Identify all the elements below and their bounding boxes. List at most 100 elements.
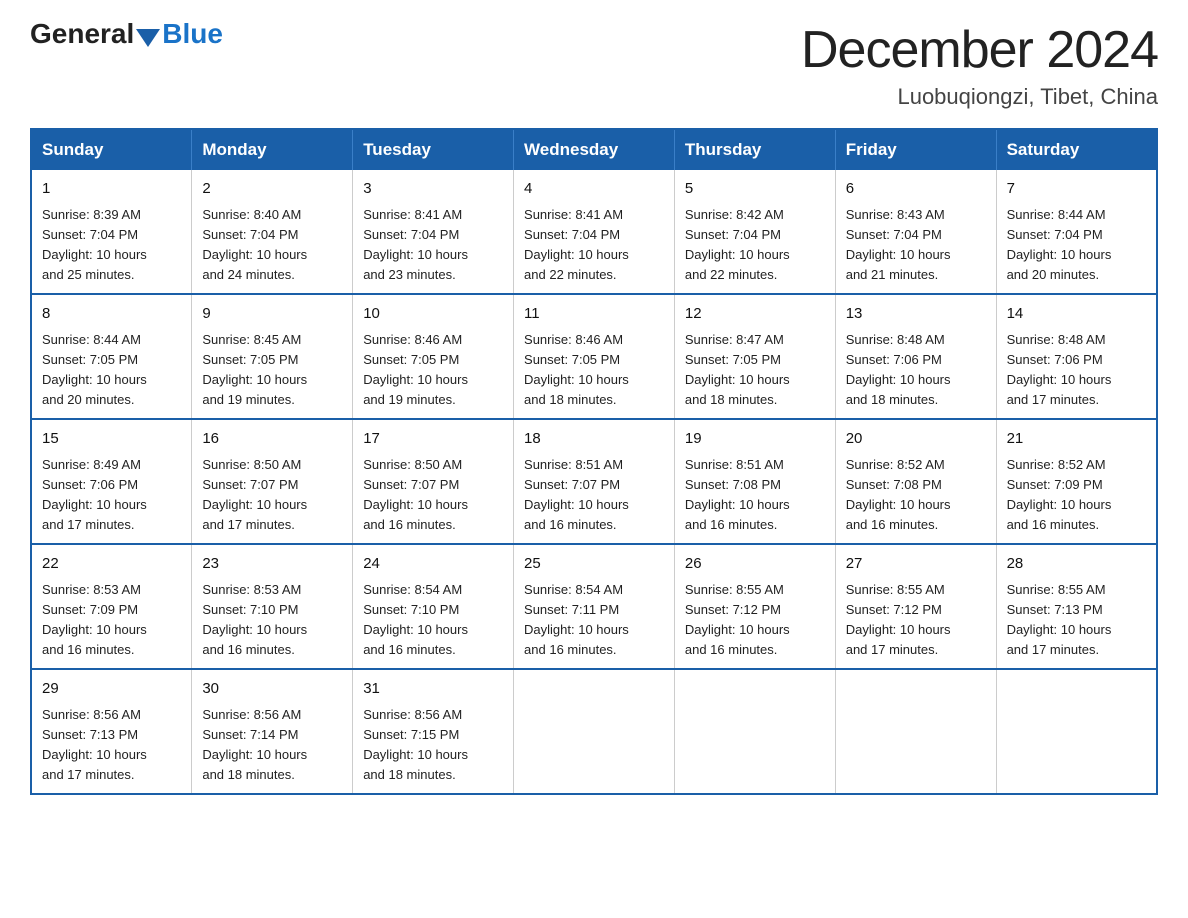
calendar-cell: 25 Sunrise: 8:54 AMSunset: 7:11 PMDayligh… xyxy=(514,544,675,669)
day-number: 15 xyxy=(42,428,181,451)
calendar-cell: 27Sunrise: 8:55 AMSunset: 7:12 PMDayligh… xyxy=(835,544,996,669)
day-info: Sunrise: 8:46 AMSunset: 7:05 PMDaylight:… xyxy=(524,330,664,411)
day-number: 26 xyxy=(685,553,825,576)
day-info: Sunrise: 8:51 AMSunset: 7:08 PMDaylight:… xyxy=(685,455,825,536)
calendar-cell: 22 Sunrise: 8:53 AMSunset: 7:09 PMDayligh… xyxy=(31,544,192,669)
month-year-title: December 2024 xyxy=(801,20,1158,80)
day-header-friday: Friday xyxy=(835,129,996,170)
calendar-cell xyxy=(996,669,1157,794)
calendar-cell: 6 Sunrise: 8:43 AMSunset: 7:04 PMDaylight… xyxy=(835,170,996,294)
calendar-cell: 15 Sunrise: 8:49 AMSunset: 7:06 PMDayligh… xyxy=(31,419,192,544)
day-number: 1 xyxy=(42,178,181,201)
calendar-table: SundayMondayTuesdayWednesdayThursdayFrid… xyxy=(30,128,1158,795)
day-info: Sunrise: 8:44 AMSunset: 7:05 PMDaylight:… xyxy=(42,330,181,411)
day-info: Sunrise: 8:53 AMSunset: 7:10 PMDaylight:… xyxy=(202,580,342,661)
day-number: 22 xyxy=(42,553,181,576)
calendar-cell: 16 Sunrise: 8:50 AMSunset: 7:07 PMDayligh… xyxy=(192,419,353,544)
logo-arrow-icon xyxy=(136,29,160,47)
calendar-cell: 21 Sunrise: 8:52 AMSunset: 7:09 PMDayligh… xyxy=(996,419,1157,544)
calendar-cell: 8 Sunrise: 8:44 AMSunset: 7:05 PMDaylight… xyxy=(31,294,192,419)
day-info: Sunrise: 8:41 AMSunset: 7:04 PMDaylight:… xyxy=(524,205,664,286)
day-info: Sunrise: 8:47 AMSunset: 7:05 PMDaylight:… xyxy=(685,330,825,411)
day-info: Sunrise: 8:42 AMSunset: 7:04 PMDaylight:… xyxy=(685,205,825,286)
day-number: 2 xyxy=(202,178,342,201)
day-header-sunday: Sunday xyxy=(31,129,192,170)
calendar-cell: 10Sunrise: 8:46 AMSunset: 7:05 PMDayligh… xyxy=(353,294,514,419)
day-number: 7 xyxy=(1007,178,1146,201)
calendar-cell: 9Sunrise: 8:45 AMSunset: 7:05 PMDaylight… xyxy=(192,294,353,419)
calendar-cell: 13Sunrise: 8:48 AMSunset: 7:06 PMDayligh… xyxy=(835,294,996,419)
day-number: 10 xyxy=(363,303,503,326)
day-info: Sunrise: 8:54 AMSunset: 7:11 PMDaylight:… xyxy=(524,580,664,661)
day-number: 14 xyxy=(1007,303,1146,326)
calendar-cell xyxy=(835,669,996,794)
day-header-tuesday: Tuesday xyxy=(353,129,514,170)
logo-general-text: General xyxy=(30,20,134,48)
calendar-cell: 3Sunrise: 8:41 AMSunset: 7:04 PMDaylight… xyxy=(353,170,514,294)
day-info: Sunrise: 8:48 AMSunset: 7:06 PMDaylight:… xyxy=(846,330,986,411)
day-info: Sunrise: 8:51 AMSunset: 7:07 PMDaylight:… xyxy=(524,455,664,536)
day-number: 31 xyxy=(363,678,503,701)
calendar-cell: 14Sunrise: 8:48 AMSunset: 7:06 PMDayligh… xyxy=(996,294,1157,419)
calendar-cell: 19 Sunrise: 8:51 AMSunset: 7:08 PMDayligh… xyxy=(674,419,835,544)
calendar-week-4: 22 Sunrise: 8:53 AMSunset: 7:09 PMDayligh… xyxy=(31,544,1157,669)
day-number: 21 xyxy=(1007,428,1146,451)
calendar-week-2: 8 Sunrise: 8:44 AMSunset: 7:05 PMDaylight… xyxy=(31,294,1157,419)
calendar-cell: 28 Sunrise: 8:55 AMSunset: 7:13 PMDayligh… xyxy=(996,544,1157,669)
calendar-week-3: 15 Sunrise: 8:49 AMSunset: 7:06 PMDayligh… xyxy=(31,419,1157,544)
day-number: 25 xyxy=(524,553,664,576)
day-number: 18 xyxy=(524,428,664,451)
day-number: 23 xyxy=(202,553,342,576)
calendar-cell: 29 Sunrise: 8:56 AMSunset: 7:13 PMDayligh… xyxy=(31,669,192,794)
day-number: 8 xyxy=(42,303,181,326)
day-info: Sunrise: 8:50 AMSunset: 7:07 PMDaylight:… xyxy=(202,455,342,536)
day-info: Sunrise: 8:55 AMSunset: 7:12 PMDaylight:… xyxy=(685,580,825,661)
day-info: Sunrise: 8:55 AMSunset: 7:12 PMDaylight:… xyxy=(846,580,986,661)
calendar-cell: 18 Sunrise: 8:51 AMSunset: 7:07 PMDayligh… xyxy=(514,419,675,544)
day-info: Sunrise: 8:41 AMSunset: 7:04 PMDaylight:… xyxy=(363,205,503,286)
calendar-cell: 20 Sunrise: 8:52 AMSunset: 7:08 PMDayligh… xyxy=(835,419,996,544)
calendar-cell: 17Sunrise: 8:50 AMSunset: 7:07 PMDayligh… xyxy=(353,419,514,544)
day-header-wednesday: Wednesday xyxy=(514,129,675,170)
logo-blue-text: Blue xyxy=(162,20,223,48)
day-number: 28 xyxy=(1007,553,1146,576)
day-number: 5 xyxy=(685,178,825,201)
day-header-saturday: Saturday xyxy=(996,129,1157,170)
calendar-body: 1 Sunrise: 8:39 AMSunset: 7:04 PMDaylight… xyxy=(31,170,1157,794)
day-number: 24 xyxy=(363,553,503,576)
day-info: Sunrise: 8:56 AMSunset: 7:15 PMDaylight:… xyxy=(363,705,503,786)
day-info: Sunrise: 8:45 AMSunset: 7:05 PMDaylight:… xyxy=(202,330,342,411)
calendar-cell: 11Sunrise: 8:46 AMSunset: 7:05 PMDayligh… xyxy=(514,294,675,419)
day-number: 30 xyxy=(202,678,342,701)
calendar-cell: 31 Sunrise: 8:56 AMSunset: 7:15 PMDayligh… xyxy=(353,669,514,794)
day-info: Sunrise: 8:43 AMSunset: 7:04 PMDaylight:… xyxy=(846,205,986,286)
day-info: Sunrise: 8:52 AMSunset: 7:09 PMDaylight:… xyxy=(1007,455,1146,536)
day-number: 29 xyxy=(42,678,181,701)
calendar-week-1: 1 Sunrise: 8:39 AMSunset: 7:04 PMDaylight… xyxy=(31,170,1157,294)
day-number: 16 xyxy=(202,428,342,451)
day-info: Sunrise: 8:54 AMSunset: 7:10 PMDaylight:… xyxy=(363,580,503,661)
day-header-thursday: Thursday xyxy=(674,129,835,170)
day-info: Sunrise: 8:40 AMSunset: 7:04 PMDaylight:… xyxy=(202,205,342,286)
day-number: 19 xyxy=(685,428,825,451)
day-info: Sunrise: 8:53 AMSunset: 7:09 PMDaylight:… xyxy=(42,580,181,661)
calendar-week-5: 29 Sunrise: 8:56 AMSunset: 7:13 PMDayligh… xyxy=(31,669,1157,794)
day-number: 20 xyxy=(846,428,986,451)
day-info: Sunrise: 8:52 AMSunset: 7:08 PMDaylight:… xyxy=(846,455,986,536)
day-info: Sunrise: 8:49 AMSunset: 7:06 PMDaylight:… xyxy=(42,455,181,536)
calendar-cell: 1 Sunrise: 8:39 AMSunset: 7:04 PMDaylight… xyxy=(31,170,192,294)
day-info: Sunrise: 8:50 AMSunset: 7:07 PMDaylight:… xyxy=(363,455,503,536)
calendar-cell: 26 Sunrise: 8:55 AMSunset: 7:12 PMDayligh… xyxy=(674,544,835,669)
calendar-cell: 12Sunrise: 8:47 AMSunset: 7:05 PMDayligh… xyxy=(674,294,835,419)
calendar-cell: 30 Sunrise: 8:56 AMSunset: 7:14 PMDayligh… xyxy=(192,669,353,794)
day-info: Sunrise: 8:55 AMSunset: 7:13 PMDaylight:… xyxy=(1007,580,1146,661)
calendar-cell: 23 Sunrise: 8:53 AMSunset: 7:10 PMDayligh… xyxy=(192,544,353,669)
calendar-cell: 4Sunrise: 8:41 AMSunset: 7:04 PMDaylight… xyxy=(514,170,675,294)
day-header-monday: Monday xyxy=(192,129,353,170)
day-number: 6 xyxy=(846,178,986,201)
day-info: Sunrise: 8:56 AMSunset: 7:13 PMDaylight:… xyxy=(42,705,181,786)
day-info: Sunrise: 8:39 AMSunset: 7:04 PMDaylight:… xyxy=(42,205,181,286)
day-info: Sunrise: 8:56 AMSunset: 7:14 PMDaylight:… xyxy=(202,705,342,786)
days-header-row: SundayMondayTuesdayWednesdayThursdayFrid… xyxy=(31,129,1157,170)
calendar-cell: 7Sunrise: 8:44 AMSunset: 7:04 PMDaylight… xyxy=(996,170,1157,294)
